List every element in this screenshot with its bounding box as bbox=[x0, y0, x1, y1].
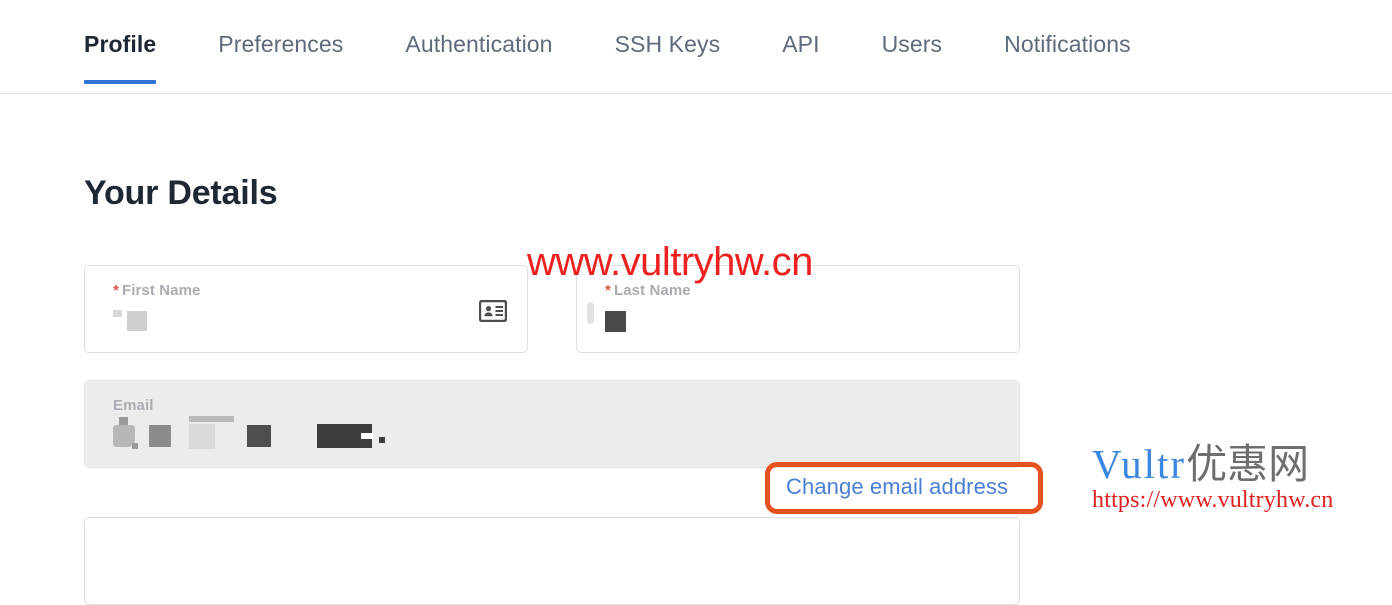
tab-users-label: Users bbox=[881, 31, 943, 57]
first-name-label-text: First Name bbox=[121, 282, 201, 299]
page-title: Your Details bbox=[84, 174, 278, 212]
redaction-block bbox=[149, 425, 171, 447]
watermark-logo-url: https://www.vultryhw.cn bbox=[1092, 487, 1334, 513]
redaction-block bbox=[247, 425, 271, 447]
first-name-label: * First Name bbox=[113, 282, 200, 299]
redaction-block bbox=[119, 417, 128, 425]
tab-users[interactable]: Users bbox=[882, 0, 943, 93]
watermark-logo-brand: Vultr bbox=[1092, 441, 1187, 487]
redaction-block bbox=[127, 311, 147, 331]
tab-list: Profile Preferences Authentication SSH K… bbox=[84, 0, 1131, 93]
first-name-value bbox=[113, 308, 147, 334]
change-email-address-link[interactable]: Change email address bbox=[786, 474, 1008, 500]
last-name-value bbox=[605, 308, 626, 334]
tab-preferences-label: Preferences bbox=[218, 31, 344, 57]
email-field: Email bbox=[84, 380, 1020, 468]
tab-preferences[interactable]: Preferences bbox=[218, 0, 343, 93]
tab-ssh-keys-label: SSH Keys bbox=[614, 31, 721, 57]
tab-api-label: API bbox=[782, 31, 820, 57]
tab-profile-label: Profile bbox=[84, 31, 157, 57]
tab-authentication-label: Authentication bbox=[405, 31, 553, 57]
settings-tab-bar: Profile Preferences Authentication SSH K… bbox=[0, 0, 1392, 94]
email-label-text: Email bbox=[113, 397, 154, 414]
tab-ssh-keys[interactable]: SSH Keys bbox=[615, 0, 721, 93]
watermark-logo: Vultr优惠网 bbox=[1092, 444, 1309, 485]
redaction-block bbox=[113, 310, 122, 317]
redaction-block bbox=[379, 437, 385, 443]
redaction-block bbox=[587, 302, 594, 324]
first-name-field[interactable]: * First Name bbox=[84, 265, 528, 353]
tab-notifications[interactable]: Notifications bbox=[1004, 0, 1131, 93]
redaction-block bbox=[189, 424, 215, 449]
redaction-block bbox=[189, 416, 234, 422]
tab-authentication[interactable]: Authentication bbox=[405, 0, 552, 93]
next-field-partial[interactable] bbox=[84, 517, 1020, 605]
required-asterisk-icon: * bbox=[113, 282, 119, 299]
tab-profile[interactable]: Profile bbox=[84, 0, 157, 93]
id-card-icon bbox=[478, 299, 508, 323]
tab-api[interactable]: API bbox=[782, 0, 819, 93]
email-label: Email bbox=[113, 397, 154, 414]
redaction-block bbox=[361, 433, 373, 439]
watermark-logo-suffix: 优惠网 bbox=[1186, 441, 1310, 487]
redaction-block bbox=[132, 443, 138, 449]
watermark-top-url: www.vultryhw.cn bbox=[527, 240, 813, 284]
tab-notifications-label: Notifications bbox=[1004, 31, 1131, 57]
redaction-block bbox=[605, 310, 626, 332]
